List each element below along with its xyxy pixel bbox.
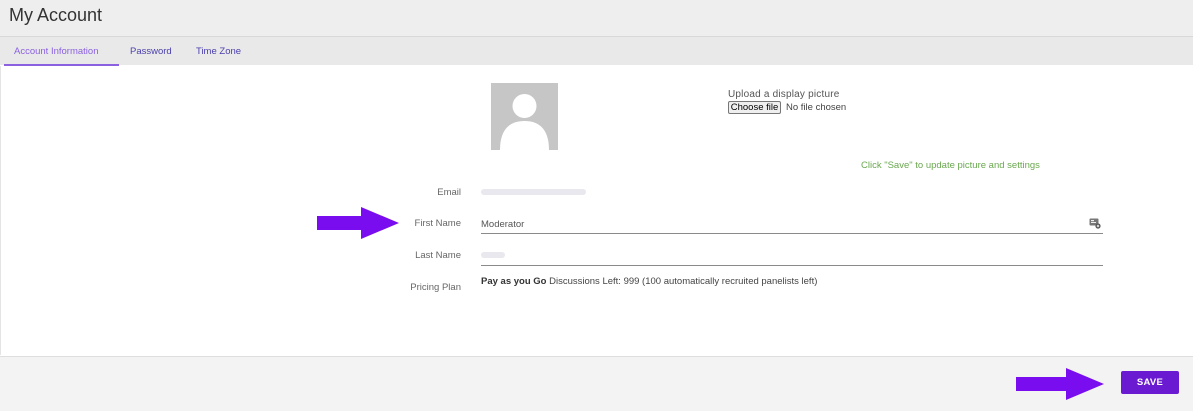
tab-password[interactable]: Password — [130, 37, 172, 65]
save-button[interactable]: SAVE — [1121, 371, 1179, 394]
last-name-value-redacted[interactable] — [481, 252, 505, 258]
last-name-label: Last Name — [415, 250, 461, 261]
plan-name: Pay as you Go — [481, 276, 547, 287]
contact-card-icon[interactable] — [1089, 218, 1101, 229]
upload-picture-label: Upload a display picture — [728, 89, 840, 100]
user-silhouette-icon — [500, 94, 549, 150]
email-value-redacted — [481, 189, 586, 195]
tab-time-zone[interactable]: Time Zone — [196, 37, 241, 65]
first-name-label: First Name — [414, 218, 461, 229]
save-hint-text: Click "Save" to update picture and setti… — [861, 160, 1040, 171]
first-name-underline — [481, 233, 1103, 234]
pricing-plan-label: Pricing Plan — [410, 282, 461, 293]
tab-bar: Account Information Password Time Zone — [0, 37, 1193, 65]
tab-account-information[interactable]: Account Information — [14, 37, 99, 65]
page-title: My Account — [9, 5, 103, 25]
page-header: My Account — [0, 0, 1193, 37]
last-name-underline — [481, 265, 1103, 266]
plan-details: Discussions Left: 999 (100 automatically… — [549, 276, 818, 287]
file-status-text: No file chosen — [786, 102, 847, 113]
account-form-panel — [0, 66, 1193, 355]
pricing-plan-value: Pay as you Go Discussions Left: 999 (100… — [481, 276, 817, 287]
email-label: Email — [437, 187, 461, 198]
arrow-right-icon — [1016, 368, 1104, 400]
choose-file-button[interactable]: Choose file — [728, 101, 781, 114]
first-name-field[interactable] — [481, 217, 1081, 231]
avatar — [491, 83, 558, 150]
